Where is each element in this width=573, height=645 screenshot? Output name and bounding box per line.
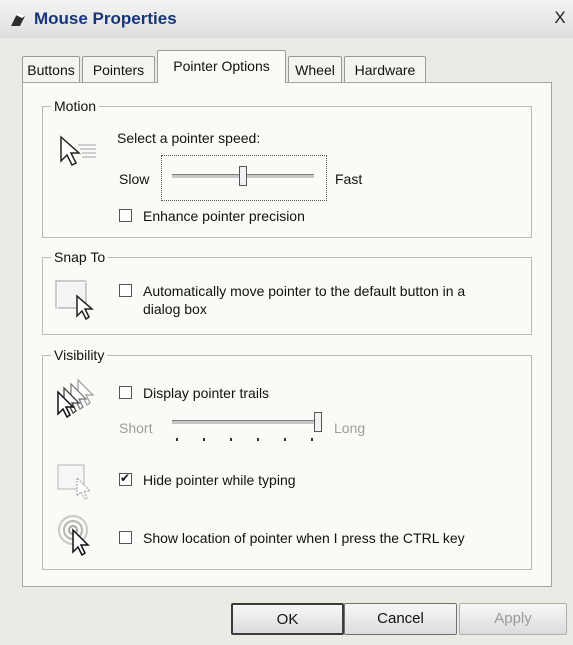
fast-label: Fast [335, 171, 363, 187]
speed-label: Select a pointer speed: [117, 130, 261, 146]
tab-buttons[interactable]: Buttons [22, 56, 80, 82]
trail-tick [284, 438, 286, 441]
close-button[interactable]: X [551, 8, 569, 28]
trail-length-track [172, 420, 322, 425]
tab-hardware[interactable]: Hardware [344, 56, 426, 82]
motion-group: Motion Select a pointer speed: Slow Fast… [42, 97, 532, 238]
pointer-trails-icon [57, 378, 95, 418]
pointer-options-panel: Motion Select a pointer speed: Slow Fast… [22, 82, 552, 587]
hide-pointer-checkbox[interactable] [119, 471, 132, 486]
snap-to-label-line2: dialog box [143, 301, 207, 317]
mouse-icon [11, 12, 25, 26]
pointer-trails-label: Display pointer trails [143, 385, 270, 401]
snap-to-label-line1: Automatically move pointer to the defaul… [143, 283, 466, 299]
enhance-precision-checkbox[interactable] [119, 209, 132, 222]
apply-button[interactable]: Apply [459, 603, 567, 635]
window-title: Mouse Properties [34, 9, 177, 28]
visibility-group: Visibility Display pointer trails Short … [42, 346, 532, 570]
hide-pointer-icon [57, 464, 92, 500]
short-label: Short [119, 420, 153, 436]
visibility-legend: Visibility [51, 346, 108, 364]
long-label: Long [334, 420, 366, 436]
pointer-speed-icon [60, 135, 96, 167]
tab-pointer-options[interactable]: Pointer Options [157, 50, 286, 83]
show-location-label: Show location of pointer when I press th… [143, 530, 465, 546]
tab-strip: Buttons Pointers Pointer Options Wheel H… [22, 50, 552, 83]
trail-tick [176, 438, 178, 441]
slow-label: Slow [119, 171, 150, 187]
trail-tick [311, 438, 313, 441]
snap-to-checkbox[interactable] [119, 284, 132, 297]
hide-pointer-label: Hide pointer while typing [143, 472, 296, 488]
show-location-checkbox[interactable] [119, 531, 132, 544]
tab-wheel[interactable]: Wheel [288, 56, 342, 82]
show-location-icon [58, 515, 90, 557]
snap-to-icon [55, 280, 95, 320]
trail-length-slider[interactable] [168, 406, 328, 446]
title-bar: Mouse Properties X [0, 0, 573, 38]
trail-tick [257, 438, 259, 441]
speed-slider[interactable] [161, 155, 327, 201]
cancel-button[interactable]: Cancel [344, 603, 457, 635]
tab-pointers[interactable]: Pointers [82, 56, 155, 82]
enhance-precision-label: Enhance pointer precision [143, 208, 305, 224]
trail-tick [230, 438, 232, 441]
snap-to-legend: Snap To [51, 248, 109, 266]
motion-legend: Motion [51, 97, 100, 115]
trail-tick [203, 438, 205, 441]
trail-length-thumb[interactable] [314, 412, 322, 432]
snap-to-group: Snap To Automatically move pointer to th… [42, 248, 532, 335]
speed-slider-thumb[interactable] [239, 166, 247, 186]
ok-button[interactable]: OK [231, 603, 344, 635]
pointer-trails-checkbox[interactable] [119, 386, 132, 399]
